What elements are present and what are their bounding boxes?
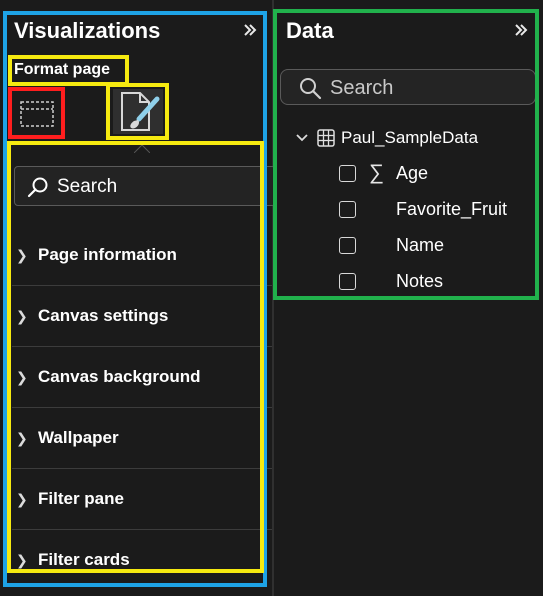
highlight-format-label: [8, 55, 129, 86]
highlight-format-sections: [7, 141, 264, 573]
highlight-build-visual-icon: [8, 87, 65, 139]
highlight-format-icon: [106, 83, 169, 140]
highlight-data-pane: [273, 9, 539, 300]
